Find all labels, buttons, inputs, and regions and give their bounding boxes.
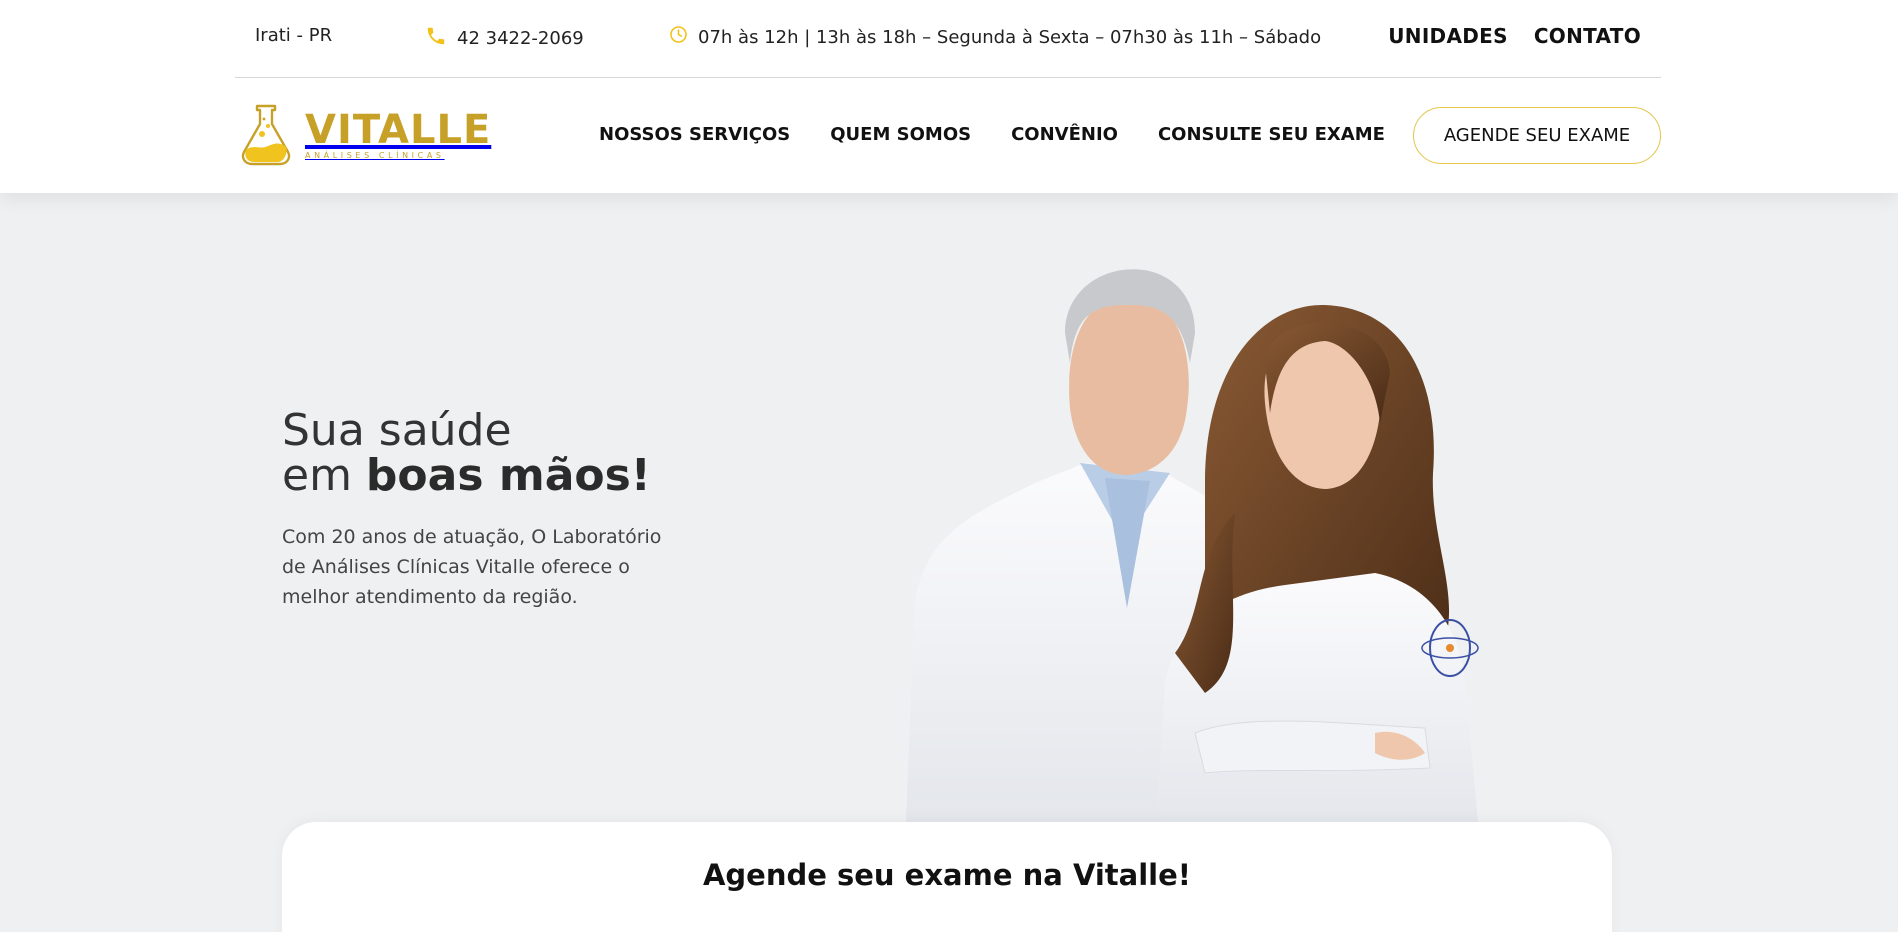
- city-text: Irati - PR: [255, 25, 333, 46]
- nav-insurance[interactable]: CONVÊNIO: [1011, 124, 1118, 145]
- hero-title-prefix: em: [282, 450, 366, 501]
- doctors-photo: [905, 213, 1615, 843]
- booking-title: Agende seu exame na Vitalle!: [282, 858, 1612, 892]
- logo[interactable]: VITALLE ANÁLISES CLÍNICAS: [235, 100, 491, 170]
- hero-description: Com 20 anos de atuação, O Laboratório de…: [282, 526, 662, 608]
- units-link[interactable]: UNIDADES: [1388, 24, 1508, 48]
- site-header: Irati - PR 42 3422-2069 07h às 12h | 13h…: [0, 0, 1898, 193]
- nav-about[interactable]: QUEM SOMOS: [830, 124, 971, 145]
- top-links: UNIDADES CONTATO: [1388, 24, 1641, 48]
- booking-title-brand: Vitalle!: [1072, 858, 1192, 892]
- booking-title-part1: Agende seu: [702, 858, 905, 892]
- opening-hours: 07h às 12h | 13h às 18h – Segunda à Sext…: [669, 25, 1321, 49]
- phone-number: 42 3422-2069: [457, 28, 584, 49]
- brand-tagline: ANÁLISES CLÍNICAS: [305, 151, 445, 160]
- hours-text: 07h às 12h | 13h às 18h – Segunda à Sext…: [698, 26, 1322, 48]
- hero-section: Sua saúde em boas mãos! Com 20 anos de a…: [0, 193, 1898, 932]
- primary-nav: NOSSOS SERVIÇOS QUEM SOMOS CONVÊNIO CONS…: [599, 124, 1385, 145]
- phone-icon: [425, 25, 447, 52]
- brand-name: VITALLE: [305, 107, 492, 153]
- contact-link[interactable]: CONTATO: [1534, 24, 1641, 48]
- booking-title-exam: exame: [904, 858, 1013, 892]
- schedule-exam-button[interactable]: AGENDE SEU EXAME: [1413, 107, 1661, 164]
- booking-title-part3: na: [1012, 858, 1073, 892]
- clock-icon: [669, 25, 688, 49]
- hero-title-highlight: boas mãos!: [365, 450, 651, 501]
- hero-title: Sua saúde em boas mãos!: [282, 408, 651, 498]
- hero-title-line2: em boas mãos!: [282, 453, 651, 498]
- logo-text: VITALLE ANÁLISES CLÍNICAS: [305, 110, 491, 160]
- hero-title-line1: Sua saúde: [282, 405, 512, 456]
- main-navigation: VITALLE ANÁLISES CLÍNICAS NOSSOS SERVIÇO…: [235, 78, 1661, 193]
- nav-services[interactable]: NOSSOS SERVIÇOS: [599, 124, 790, 145]
- location-label: Irati - PR: [255, 25, 332, 46]
- booking-card: Agende seu exame na Vitalle!: [282, 822, 1612, 932]
- nav-check-exam[interactable]: CONSULTE SEU EXAME: [1158, 124, 1385, 145]
- topbar: Irati - PR 42 3422-2069 07h às 12h | 13h…: [235, 0, 1661, 78]
- phone-contact[interactable]: 42 3422-2069: [425, 25, 584, 52]
- flask-logo-icon: [235, 100, 297, 170]
